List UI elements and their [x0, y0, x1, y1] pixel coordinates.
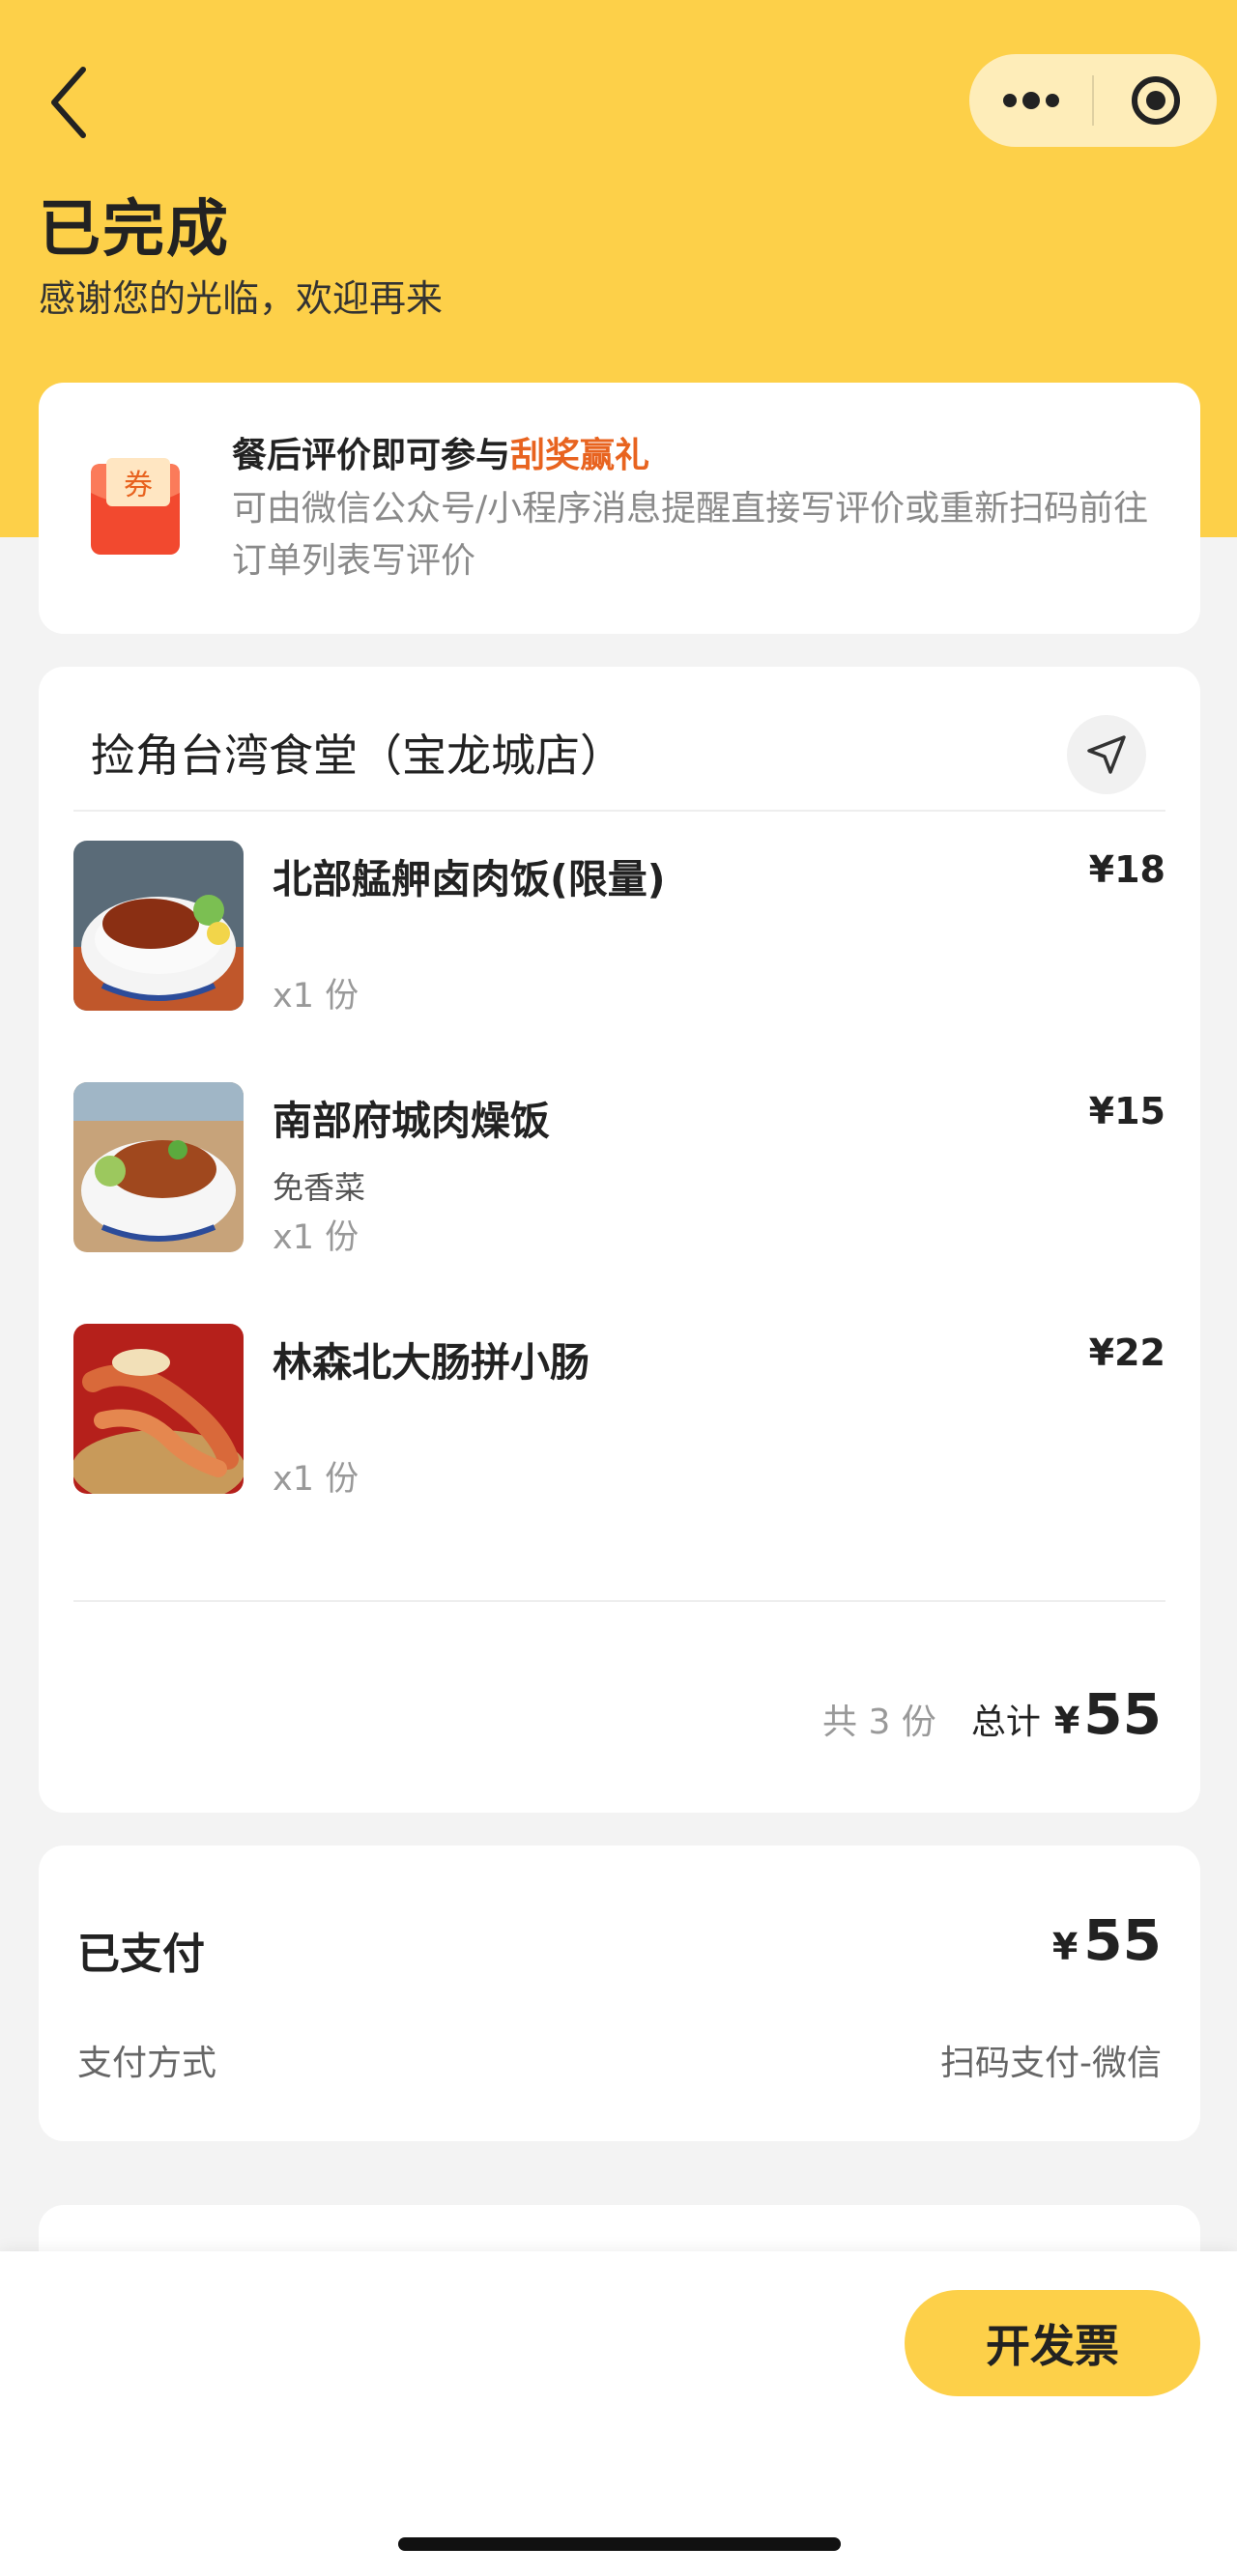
order-status-title: 已完成: [39, 194, 230, 266]
bottom-action-bar: 开发票: [0, 2251, 1237, 2576]
chevron-left-icon: [51, 67, 86, 138]
dish-image: [73, 1324, 244, 1494]
dish-name: 南部府城肉燥饭: [273, 1098, 550, 1144]
divider: [73, 1600, 1165, 1602]
review-title-prefix: 餐后评价即可参与: [232, 436, 511, 475]
review-title-highlight: 刮奖赢礼: [510, 436, 650, 475]
coupon-redpacket-icon: 券: [81, 456, 193, 562]
currency-symbol: ¥: [1051, 1926, 1079, 1968]
svg-text:券: 券: [124, 469, 153, 502]
mini-program-capsule: [969, 54, 1217, 147]
payment-method-label: 支付方式: [77, 2044, 217, 2083]
review-banner-card[interactable]: 券 餐后评价即可参与刮奖赢礼 可由微信公众号/小程序消息提醒直接写评价或重新扫码…: [39, 383, 1200, 634]
invoice-button[interactable]: 开发票: [905, 2290, 1200, 2396]
dish-image: [73, 841, 244, 1011]
dish-price: ¥22: [1088, 1331, 1165, 1374]
order-detail-card: 捡角台湾食堂（宝龙城店） 北部艋舺卤肉饭(限量) x1 份 ¥18 南部府城肉燥…: [39, 667, 1200, 1813]
home-indicator[interactable]: [398, 2537, 841, 2551]
dish-quantity: x1 份: [273, 977, 360, 1016]
close-miniprogram-button[interactable]: [1094, 54, 1217, 147]
dish-quantity: x1 份: [273, 1218, 360, 1257]
dish-note: 免香菜: [273, 1169, 366, 1206]
total-label: 总计: [970, 1703, 1041, 1742]
order-status-subtitle: 感谢您的光临，欢迎再来: [39, 277, 444, 320]
review-banner-title: 餐后评价即可参与刮奖赢礼: [232, 427, 649, 477]
total-amount: 55: [1083, 1681, 1162, 1747]
shop-name: 捡角台湾食堂（宝龙城店）: [91, 730, 624, 782]
order-item: 林森北大肠拼小肠 x1 份 ¥22: [73, 1324, 1165, 1499]
navigate-button[interactable]: [1067, 715, 1146, 794]
back-button[interactable]: [43, 64, 101, 141]
order-summary: 共 3 份 总计 ¥ 55: [822, 1681, 1162, 1747]
dish-price: ¥18: [1088, 848, 1165, 891]
more-button[interactable]: [969, 54, 1092, 147]
dish-image: [73, 1082, 244, 1252]
more-dots-icon: [1002, 92, 1059, 109]
order-item: 南部府城肉燥饭 免香菜 x1 份 ¥15: [73, 1082, 1165, 1257]
divider: [73, 810, 1165, 812]
payment-amount: ¥ 55: [1052, 1907, 1162, 1973]
dish-quantity: x1 份: [273, 1460, 360, 1499]
payment-card: 已支付 ¥ 55 支付方式 扫码支付-微信: [39, 1846, 1200, 2141]
dish-name: 北部艋舺卤肉饭(限量): [273, 856, 666, 902]
target-circle-icon: [1131, 76, 1180, 125]
review-banner-description: 可由微信公众号/小程序消息提醒直接写评价或重新扫码前往订单列表写评价: [232, 489, 1149, 581]
dish-price: ¥15: [1088, 1090, 1165, 1132]
order-item: 北部艋舺卤肉饭(限量) x1 份 ¥18: [73, 841, 1165, 1016]
dish-name: 林森北大肠拼小肠: [273, 1339, 590, 1386]
currency-symbol: ¥: [1053, 1700, 1080, 1742]
payment-method-value: 扫码支付-微信: [940, 2044, 1162, 2083]
payment-status-label: 已支付: [77, 1930, 205, 1979]
navigation-arrow-icon: [1087, 735, 1126, 774]
item-count: 共 3 份: [822, 1703, 936, 1742]
paid-amount: 55: [1083, 1907, 1162, 1973]
